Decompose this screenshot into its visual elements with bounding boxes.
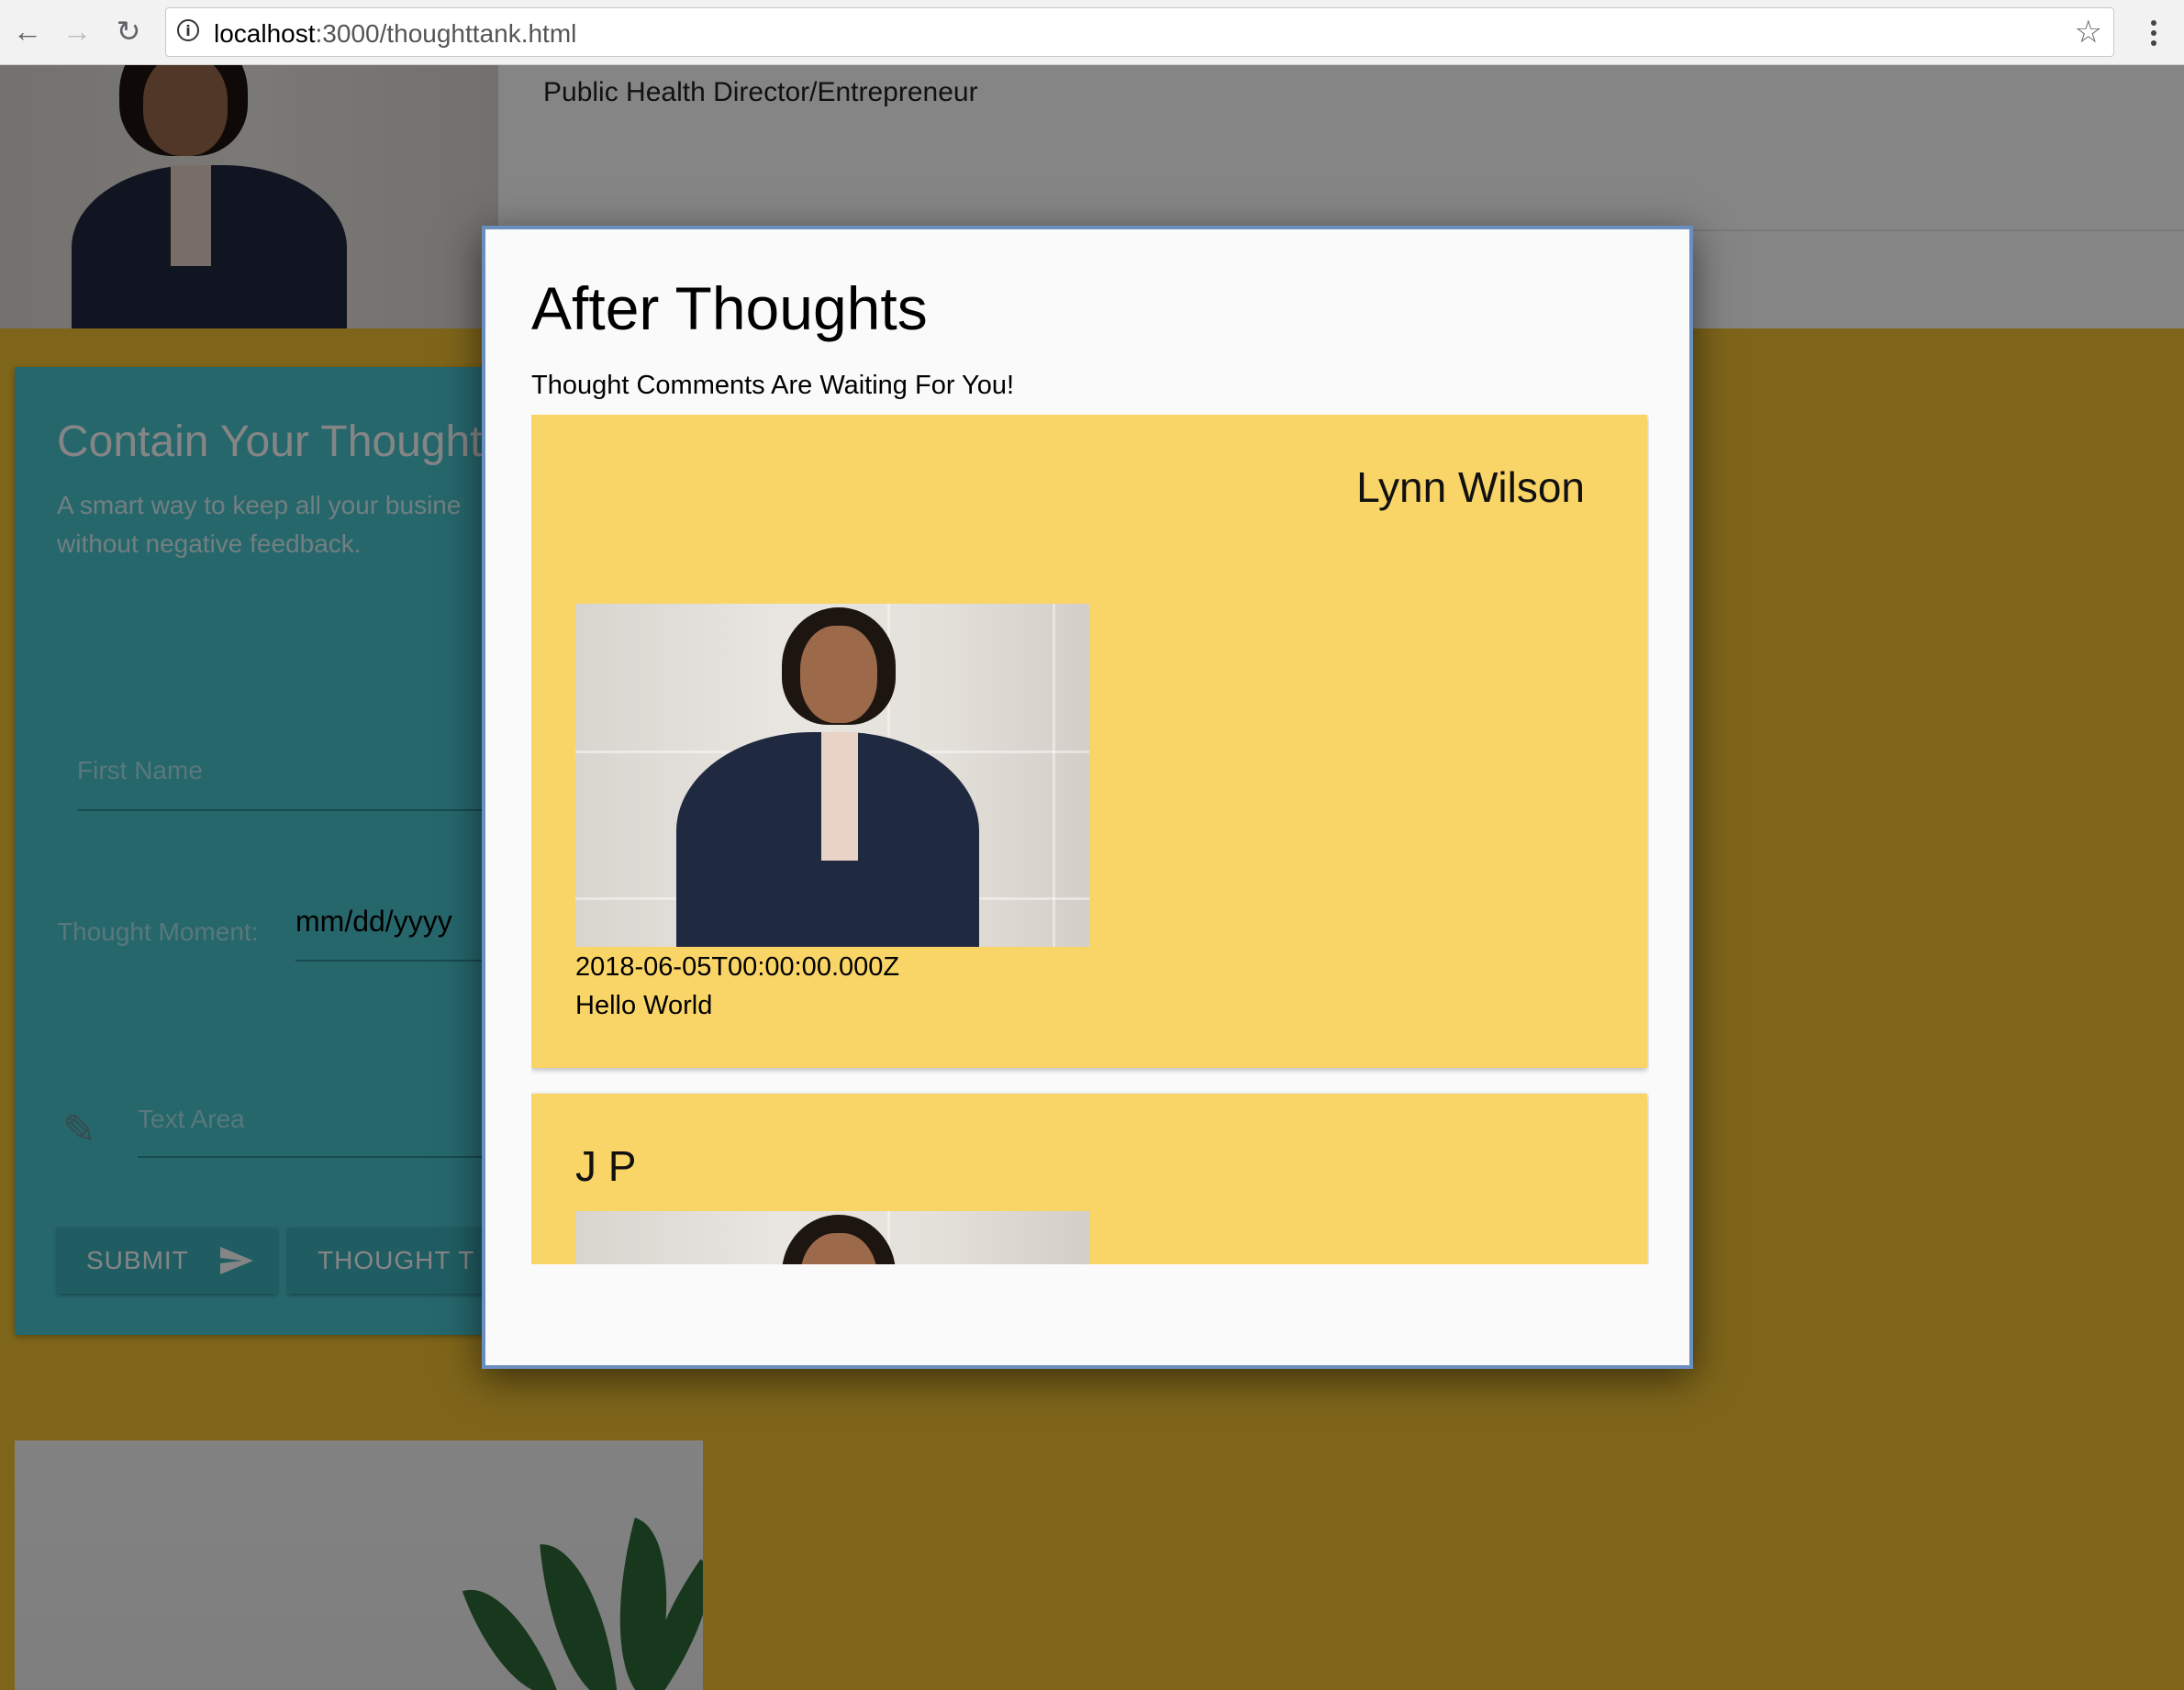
after-thoughts-modal: After Thoughts Thought Comments Are Wait… xyxy=(482,226,1693,1369)
comment-photo xyxy=(575,604,1089,947)
url-host: localhost xyxy=(214,19,316,48)
forward-arrow-icon: → xyxy=(62,15,92,48)
back-button[interactable]: ← xyxy=(9,13,46,50)
site-info-icon[interactable]: i xyxy=(177,19,199,41)
url-text[interactable]: localhost:3000/thoughttank.html xyxy=(214,19,576,49)
bookmark-star-icon[interactable]: ☆ xyxy=(2075,14,2102,50)
forward-button[interactable]: → xyxy=(59,13,95,50)
browser-toolbar: ← → ↻ i localhost:3000/thoughttank.html … xyxy=(0,0,2184,65)
comment-photo xyxy=(575,1211,1089,1264)
reload-icon: ↻ xyxy=(116,15,141,48)
address-bar[interactable]: i localhost:3000/thoughttank.html ☆ xyxy=(165,7,2114,57)
comment-person-figure xyxy=(649,1211,997,1264)
comment-text: Hello World xyxy=(575,991,713,1020)
modal-subtitle: Thought Comments Are Waiting For You! xyxy=(531,371,1015,400)
back-arrow-icon: ← xyxy=(13,15,42,48)
url-path: :3000/thoughttank.html xyxy=(315,19,577,48)
comment-card: J P xyxy=(531,1094,1647,1264)
comment-card: Lynn Wilson 2018-06-05T00:00:00.000Z Hel… xyxy=(531,415,1647,1068)
comment-person-figure xyxy=(649,604,997,947)
modal-title: After Thoughts xyxy=(531,274,928,342)
comment-author: J P xyxy=(575,1142,637,1190)
browser-menu-icon[interactable] xyxy=(2151,20,2156,46)
comments-list[interactable]: Lynn Wilson 2018-06-05T00:00:00.000Z Hel… xyxy=(531,415,1649,1264)
comment-date: 2018-06-05T00:00:00.000Z xyxy=(575,952,900,982)
comment-author: Lynn Wilson xyxy=(1356,463,1585,511)
reload-button[interactable]: ↻ xyxy=(110,13,147,50)
